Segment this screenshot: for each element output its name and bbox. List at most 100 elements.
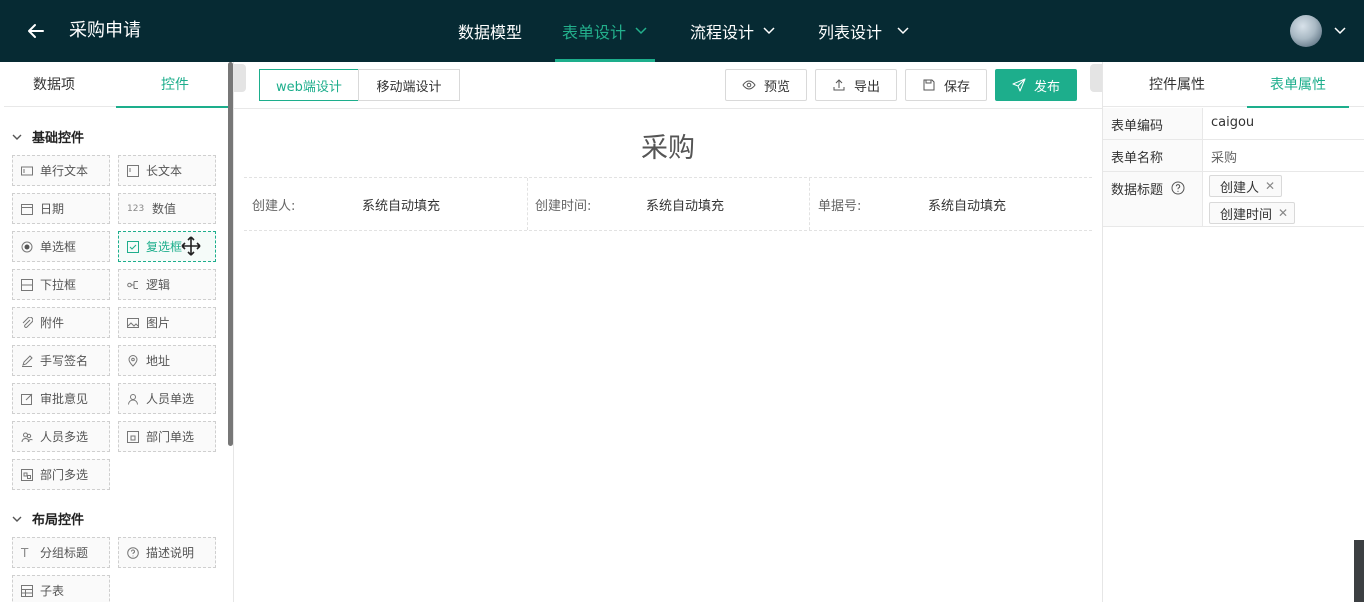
chevron-down-icon bbox=[763, 27, 775, 35]
nav-flow-design[interactable]: 流程设计 bbox=[690, 0, 776, 62]
control-label: 复选框 bbox=[146, 240, 183, 254]
users-icon bbox=[21, 432, 33, 442]
side-expand-handle[interactable] bbox=[1354, 540, 1364, 602]
form-field-doc-number[interactable]: 单据号: 系统自动填充 bbox=[818, 178, 1088, 230]
collapse-right-handle[interactable] bbox=[1090, 64, 1102, 92]
control-approval-opinion[interactable]: 审批意见 bbox=[12, 383, 110, 414]
control-subtable[interactable]: 子表 bbox=[12, 575, 110, 602]
design-toolbar: web端设计 移动端设计 预览 导出 保存 发布 bbox=[234, 62, 1102, 109]
control-description[interactable]: 描述说明 bbox=[118, 537, 216, 568]
section-title-label: 布局控件 bbox=[32, 513, 85, 528]
export-button[interactable]: 导出 bbox=[815, 69, 897, 101]
control-label: 人员单选 bbox=[146, 392, 195, 406]
send-icon bbox=[1012, 78, 1026, 92]
tab-data-items[interactable]: 数据项 bbox=[10, 62, 98, 107]
departments-icon bbox=[21, 468, 33, 481]
help-icon bbox=[127, 546, 139, 559]
form-code-value[interactable]: caigou bbox=[1211, 115, 1254, 130]
save-icon bbox=[923, 79, 935, 91]
control-long-text[interactable]: 长文本 bbox=[118, 155, 216, 186]
control-label: 逻辑 bbox=[146, 278, 171, 292]
nav-form-design[interactable]: 表单设计 bbox=[554, 0, 656, 62]
control-signature[interactable]: 手写签名 bbox=[12, 345, 110, 376]
preview-button[interactable]: 预览 bbox=[725, 69, 807, 101]
mode-web-button[interactable]: web端设计 bbox=[259, 69, 359, 101]
nav-data-model[interactable]: 数据模型 bbox=[458, 0, 522, 62]
department-icon bbox=[127, 430, 139, 443]
left-scrollbar[interactable] bbox=[228, 62, 233, 446]
prop-label: 数据标题 bbox=[1111, 183, 1164, 198]
field-divider bbox=[809, 178, 810, 230]
pen-icon bbox=[22, 354, 33, 367]
tab-form-properties[interactable]: 表单属性 bbox=[1247, 62, 1349, 108]
control-radio[interactable]: 单选框 bbox=[12, 231, 110, 262]
field-label: 创建人: bbox=[252, 198, 296, 214]
close-icon[interactable]: ✕ bbox=[1265, 179, 1275, 193]
control-label: 分组标题 bbox=[40, 546, 89, 560]
prop-row-data-title: 数据标题 创建人 ✕ 创建时间 ✕ bbox=[1103, 172, 1364, 227]
control-checkbox[interactable]: 复选框 bbox=[118, 231, 216, 262]
top-bar: 采购申请 数据模型 表单设计 流程设计 列表设计 bbox=[0, 0, 1364, 62]
field-divider bbox=[527, 178, 528, 230]
control-date[interactable]: 日期 bbox=[12, 193, 110, 224]
control-dropdown[interactable]: 下拉框 bbox=[12, 269, 110, 300]
control-department-single[interactable]: 部门单选 bbox=[118, 421, 216, 452]
chevron-down-icon bbox=[897, 27, 909, 35]
section-title-label: 基础控件 bbox=[32, 131, 85, 146]
section-basic-controls[interactable]: 基础控件 bbox=[12, 127, 84, 146]
prop-row-form-code: 表单编码 caigou bbox=[1103, 108, 1364, 140]
control-user-single[interactable]: 人员单选 bbox=[118, 383, 216, 414]
prop-label-wrap: 数据标题 bbox=[1103, 172, 1203, 226]
app-title: 采购申请 bbox=[69, 20, 141, 41]
control-label: 部门多选 bbox=[40, 468, 89, 482]
control-logic[interactable]: 逻辑 bbox=[118, 269, 216, 300]
location-icon bbox=[128, 354, 138, 367]
calendar-icon bbox=[21, 203, 33, 215]
back-arrow-icon[interactable] bbox=[24, 19, 48, 43]
eye-icon bbox=[742, 80, 756, 90]
control-address[interactable]: 地址 bbox=[118, 345, 216, 376]
tab-controls[interactable]: 控件 bbox=[116, 62, 233, 108]
collapse-left-handle[interactable] bbox=[234, 64, 246, 92]
textarea-icon bbox=[127, 164, 139, 177]
field-label: 创建时间: bbox=[535, 198, 592, 214]
control-image[interactable]: 图片 bbox=[118, 307, 216, 338]
publish-button[interactable]: 发布 bbox=[995, 69, 1077, 101]
nav-label: 流程设计 bbox=[690, 23, 755, 42]
control-attachment[interactable]: 附件 bbox=[12, 307, 110, 338]
close-icon[interactable]: ✕ bbox=[1278, 206, 1288, 220]
tag-label: 创建时间 bbox=[1220, 207, 1273, 223]
field-value: 系统自动填充 bbox=[928, 198, 1007, 214]
chevron-down-icon[interactable] bbox=[1333, 24, 1347, 38]
field-label: 单据号: bbox=[818, 198, 862, 214]
section-layout-controls[interactable]: 布局控件 bbox=[12, 509, 84, 528]
control-single-line-text[interactable]: 单行文本 bbox=[12, 155, 110, 186]
form-field-create-time[interactable]: 创建时间: 系统自动填充 bbox=[535, 178, 805, 230]
prop-label: 表单编码 bbox=[1103, 108, 1203, 139]
save-button[interactable]: 保存 bbox=[905, 69, 987, 101]
nav-list-design[interactable]: 列表设计 bbox=[818, 0, 910, 62]
help-icon[interactable] bbox=[1171, 181, 1185, 195]
upload-icon bbox=[833, 79, 845, 91]
control-label: 下拉框 bbox=[40, 278, 77, 292]
prop-row-form-name: 表单名称 采购 bbox=[1103, 140, 1364, 172]
field-value: 系统自动填充 bbox=[362, 198, 441, 214]
left-panel: 数据项 控件 基础控件 单行文本 长文本 日期 123 数值 单选框 复选框 下… bbox=[4, 62, 234, 602]
control-department-multi[interactable]: 部门多选 bbox=[12, 459, 110, 490]
control-number[interactable]: 123 数值 bbox=[118, 193, 216, 224]
control-label: 单行文本 bbox=[40, 164, 89, 178]
control-group-title[interactable]: T 分组标题 bbox=[12, 537, 110, 568]
mode-mobile-button[interactable]: 移动端设计 bbox=[358, 69, 460, 101]
save-label: 保存 bbox=[943, 79, 970, 95]
preview-label: 预览 bbox=[763, 79, 790, 95]
image-icon bbox=[127, 317, 139, 328]
user-avatar[interactable] bbox=[1290, 15, 1322, 47]
table-icon bbox=[21, 584, 33, 597]
control-user-multi[interactable]: 人员多选 bbox=[12, 421, 110, 452]
edit-icon bbox=[21, 393, 33, 405]
tab-control-properties[interactable]: 控件属性 bbox=[1127, 62, 1227, 107]
control-label: 审批意见 bbox=[40, 392, 89, 406]
right-panel: 控件属性 表单属性 表单编码 caigou 表单名称 采购 数据标题 创建人 ✕… bbox=[1102, 62, 1364, 602]
form-field-creator[interactable]: 创建人: 系统自动填充 bbox=[252, 178, 522, 230]
form-name-value[interactable]: 采购 bbox=[1211, 147, 1237, 166]
